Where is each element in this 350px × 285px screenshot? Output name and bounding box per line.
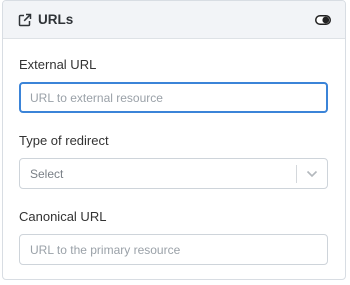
- urls-panel: URLs External URL Type of redirect Selec…: [2, 0, 346, 280]
- panel-body: External URL Type of redirect Select Can…: [3, 39, 345, 265]
- panel-title: URLs: [38, 12, 74, 27]
- external-url-label: External URL: [19, 57, 97, 72]
- panel-header: URLs: [3, 1, 345, 39]
- chevron-down-icon[interactable]: [297, 159, 327, 188]
- redirect-type-label: Type of redirect: [19, 133, 109, 148]
- redirect-type-select[interactable]: Select: [19, 158, 328, 189]
- external-url-field: External URL: [19, 57, 328, 113]
- external-link-icon: [18, 13, 32, 27]
- external-url-input[interactable]: [19, 82, 328, 113]
- redirect-type-selected: Select: [30, 166, 64, 181]
- toggle-icon[interactable]: [315, 14, 331, 25]
- canonical-url-field: Canonical URL: [19, 209, 328, 265]
- canonical-url-label: Canonical URL: [19, 209, 107, 224]
- canonical-url-input[interactable]: [19, 234, 328, 265]
- redirect-type-field: Type of redirect Select: [19, 133, 328, 189]
